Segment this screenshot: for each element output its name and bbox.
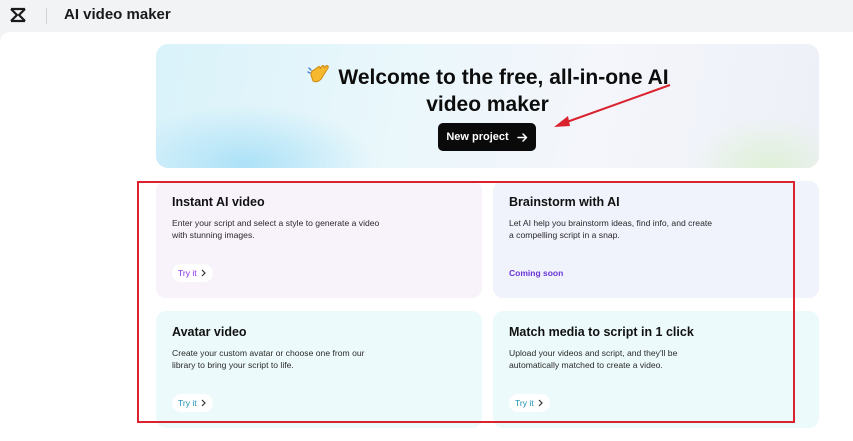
capcut-logo-icon[interactable] (8, 6, 28, 24)
try-it-label: Try it (515, 398, 534, 408)
card-title: Brainstorm with AI (509, 195, 620, 209)
waving-hand-icon (307, 65, 330, 83)
welcome-title: Welcome to the free, all-in-one AI video… (156, 62, 819, 118)
chevron-right-icon (538, 399, 543, 407)
chevron-right-icon (201, 399, 206, 407)
welcome-title-line2: video maker (426, 93, 549, 116)
try-it-button[interactable]: Try it (509, 394, 550, 412)
header-divider (46, 8, 47, 24)
welcome-banner: Welcome to the free, all-in-one AI video… (156, 44, 819, 168)
card-description: Upload your videos and script, and they'… (509, 348, 678, 370)
top-bar: AI video maker (0, 0, 853, 32)
card-title: Avatar video (172, 325, 247, 339)
instant-ai-video-card[interactable]: Instant AI video Enter your script and s… (156, 181, 482, 298)
avatar-video-card[interactable]: Avatar video Create your custom avatar o… (156, 311, 482, 428)
coming-soon-badge: Coming soon (509, 268, 564, 278)
card-title: Instant AI video (172, 195, 265, 209)
match-media-to-script-card[interactable]: Match media to script in 1 click Upload … (493, 311, 819, 428)
card-title: Match media to script in 1 click (509, 325, 694, 339)
card-description: Let AI help you brainstorm ideas, find i… (509, 218, 713, 240)
try-it-label: Try it (178, 398, 197, 408)
chevron-right-icon (201, 269, 206, 277)
new-project-label: New project (446, 131, 509, 143)
arrow-right-icon (516, 132, 527, 142)
try-it-button[interactable]: Try it (172, 394, 213, 412)
try-it-button[interactable]: Try it (172, 264, 213, 282)
try-it-label: Try it (178, 268, 197, 278)
card-description: Create your custom avatar or choose one … (172, 348, 365, 370)
welcome-title-line1: Welcome to the free, all-in-one AI (338, 66, 669, 89)
new-project-button[interactable]: New project (438, 123, 536, 151)
brainstorm-with-ai-card[interactable]: Brainstorm with AI Let AI help you brain… (493, 181, 819, 298)
card-description: Enter your script and select a style to … (172, 218, 380, 240)
app-title: AI video maker (64, 6, 171, 23)
